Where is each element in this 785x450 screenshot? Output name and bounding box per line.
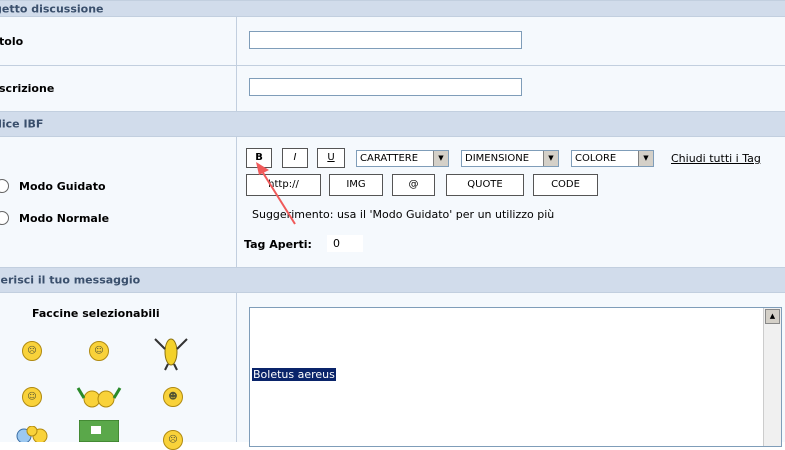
description-input[interactable]	[249, 78, 522, 96]
code-button[interactable]: CODE	[533, 174, 598, 196]
section-title-ibf: dice IBF	[0, 117, 44, 131]
font-select[interactable]: CARATTERE ▼	[356, 150, 449, 167]
picture-icon[interactable]	[79, 420, 119, 442]
scroll-up-icon[interactable]: ▲	[765, 309, 780, 324]
message-textarea[interactable]: Boletus aereus ▲	[249, 307, 782, 447]
title-input[interactable]	[249, 31, 522, 49]
quote-button[interactable]: QUOTE	[446, 174, 524, 196]
grin-smiley-icon[interactable]: ☺	[22, 387, 42, 407]
annotation-arrow-icon	[256, 162, 296, 225]
title-label-cell	[0, 17, 237, 65]
section-header-topic: getto discussione	[0, 0, 785, 17]
emoticons-title: Faccine selezionabili	[32, 307, 160, 320]
section-title-message: serisci il tuo messaggio	[0, 273, 141, 287]
open-tags-label: Tag Aperti:	[244, 238, 312, 251]
mode-cell	[0, 137, 237, 267]
img-button[interactable]: IMG	[329, 174, 383, 196]
font-select-value: CARATTERE	[360, 153, 419, 164]
underline-button[interactable]: U	[317, 148, 345, 168]
email-button[interactable]: @	[392, 174, 435, 196]
section-header-message: serisci il tuo messaggio	[0, 267, 785, 293]
dancing-banana-icon[interactable]	[153, 333, 189, 371]
chevron-down-icon: ▼	[638, 151, 653, 166]
description-label: scrizione	[0, 82, 55, 95]
smile-smiley-icon[interactable]: ☺	[89, 341, 109, 361]
title-label: tolo	[0, 35, 24, 48]
angry-smiley-icon[interactable]: ☹	[163, 430, 183, 450]
chevron-down-icon: ▼	[433, 151, 448, 166]
chevron-down-icon: ▼	[543, 151, 558, 166]
color-select[interactable]: COLORE ▼	[571, 150, 654, 167]
selected-message-text: Boletus aereus	[252, 368, 336, 381]
close-all-tags-link[interactable]: Chiudi tutti i Tag	[671, 152, 761, 165]
color-select-value: COLORE	[575, 153, 617, 164]
mode-normal-label: Modo Normale	[19, 212, 110, 225]
group-smileys-icon[interactable]	[14, 426, 50, 442]
section-title-topic: getto discussione	[0, 2, 104, 15]
wink-smiley-icon[interactable]: ☻	[163, 387, 183, 407]
open-tags-value: 0	[327, 235, 363, 252]
section-header-ibf: dice IBF	[0, 111, 785, 137]
size-select-value: DIMENSIONE	[465, 153, 530, 164]
mode-guided-label: Modo Guidato	[19, 180, 106, 193]
cheering-smileys-icon[interactable]	[74, 386, 124, 410]
size-select[interactable]: DIMENSIONE ▼	[461, 150, 559, 167]
sad-smiley-icon[interactable]: ☹	[22, 341, 42, 361]
textarea-scrollbar[interactable]: ▲	[763, 308, 781, 446]
